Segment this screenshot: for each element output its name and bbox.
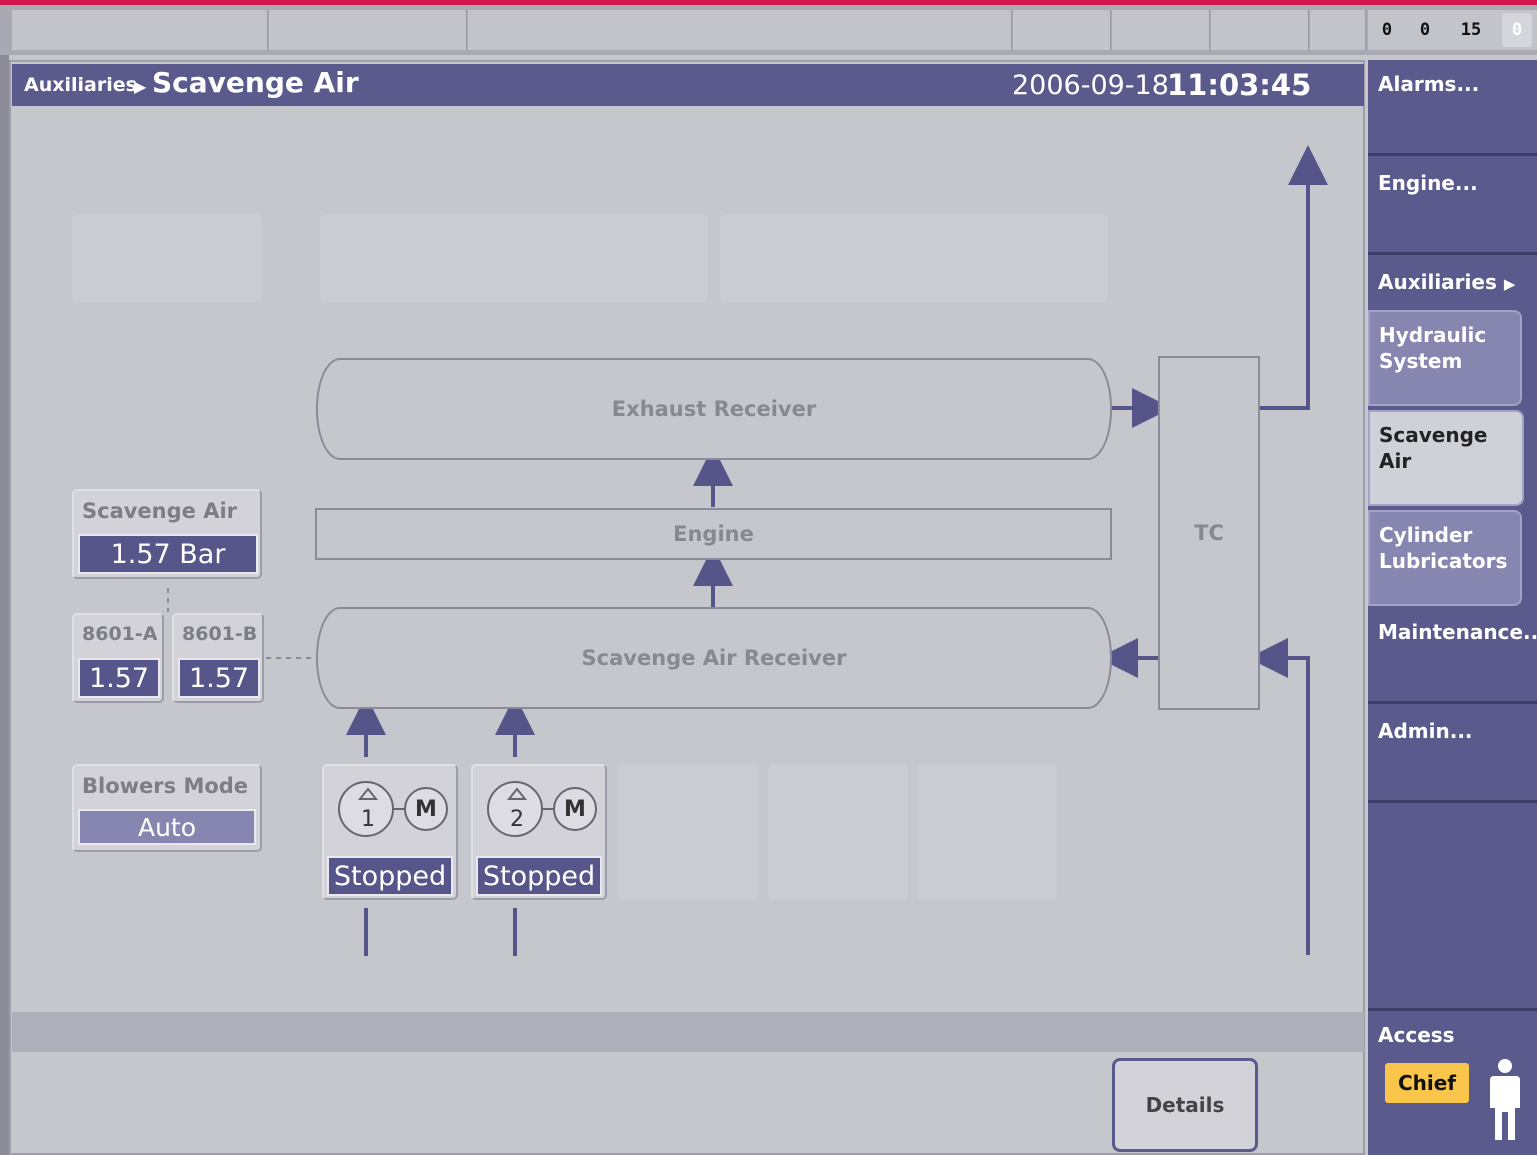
- submenu-hydraulic-system[interactable]: Hydraulic System: [1368, 310, 1522, 406]
- menu-auxiliaries-label: Auxiliaries: [1378, 270, 1497, 294]
- blower-2[interactable]: 2 M Stopped: [471, 764, 607, 900]
- pump-icon: 1: [338, 781, 394, 837]
- pump-triangle-icon: [358, 787, 378, 800]
- blower-number: 1: [361, 807, 375, 832]
- pump-icon: 2: [487, 781, 543, 837]
- user-icon[interactable]: [1486, 1058, 1524, 1142]
- menu-alarms[interactable]: Alarms...: [1368, 60, 1537, 156]
- sensor-label: 8601-A: [82, 623, 158, 645]
- submenu-line: Scavenge: [1379, 423, 1488, 447]
- blower-status: Stopped: [327, 856, 453, 896]
- submenu-line: Hydraulic: [1379, 323, 1487, 347]
- submenu-line: Air: [1379, 449, 1412, 473]
- exhaust-receiver: Exhaust Receiver: [316, 358, 1112, 460]
- motor-icon: M: [553, 787, 597, 831]
- scavenge-air-panel: Scavenge Air 1.57 Bar: [72, 489, 262, 579]
- blowers-mode-panel[interactable]: Blowers Mode Auto: [72, 764, 262, 852]
- menu-arrow-icon: ▶: [1503, 275, 1516, 293]
- blowers-mode-label: Blowers Mode: [82, 774, 249, 798]
- blower-number: 2: [510, 807, 524, 832]
- sensor-label: 8601-B: [182, 623, 258, 645]
- sensor-panel-b: 8601-B 1.57: [172, 613, 264, 703]
- motor-icon: M: [404, 787, 448, 831]
- scavenge-air-value: 1.57 Bar: [78, 534, 258, 574]
- submenu-scavenge-air[interactable]: Scavenge Air: [1368, 410, 1524, 506]
- access-label: Access: [1378, 1023, 1455, 1047]
- sensor-panel-a: 8601-A 1.57: [72, 613, 164, 703]
- blowers-mode-value[interactable]: Auto: [78, 809, 256, 845]
- status-bar: [12, 1012, 1364, 1052]
- turbocharger: TC: [1158, 356, 1260, 710]
- blower-status: Stopped: [476, 856, 602, 896]
- submenu-line: Lubricators: [1379, 549, 1508, 573]
- menu-engine[interactable]: Engine...: [1368, 159, 1537, 255]
- scavenge-air-receiver: Scavenge Air Receiver: [316, 607, 1112, 709]
- submenu-line: System: [1379, 349, 1463, 373]
- sensor-value: 1.57: [78, 658, 160, 698]
- menu-maintenance[interactable]: Maintenance...: [1368, 608, 1537, 704]
- pump-triangle-icon: [507, 787, 527, 800]
- submenu-cylinder-lubricators[interactable]: Cylinder Lubricators: [1368, 510, 1522, 606]
- details-button[interactable]: Details: [1112, 1058, 1258, 1152]
- submenu-line: Cylinder: [1379, 523, 1473, 547]
- access-level-badge[interactable]: Chief: [1385, 1063, 1469, 1103]
- menu-auxiliaries[interactable]: Auxiliaries ▶: [1368, 258, 1537, 308]
- menu-admin[interactable]: Admin...: [1368, 707, 1537, 803]
- scavenge-air-label: Scavenge Air: [82, 499, 238, 523]
- engine-block: Engine: [315, 508, 1112, 560]
- sensor-value: 1.57: [178, 658, 260, 698]
- blower-1[interactable]: 1 M Stopped: [322, 764, 458, 900]
